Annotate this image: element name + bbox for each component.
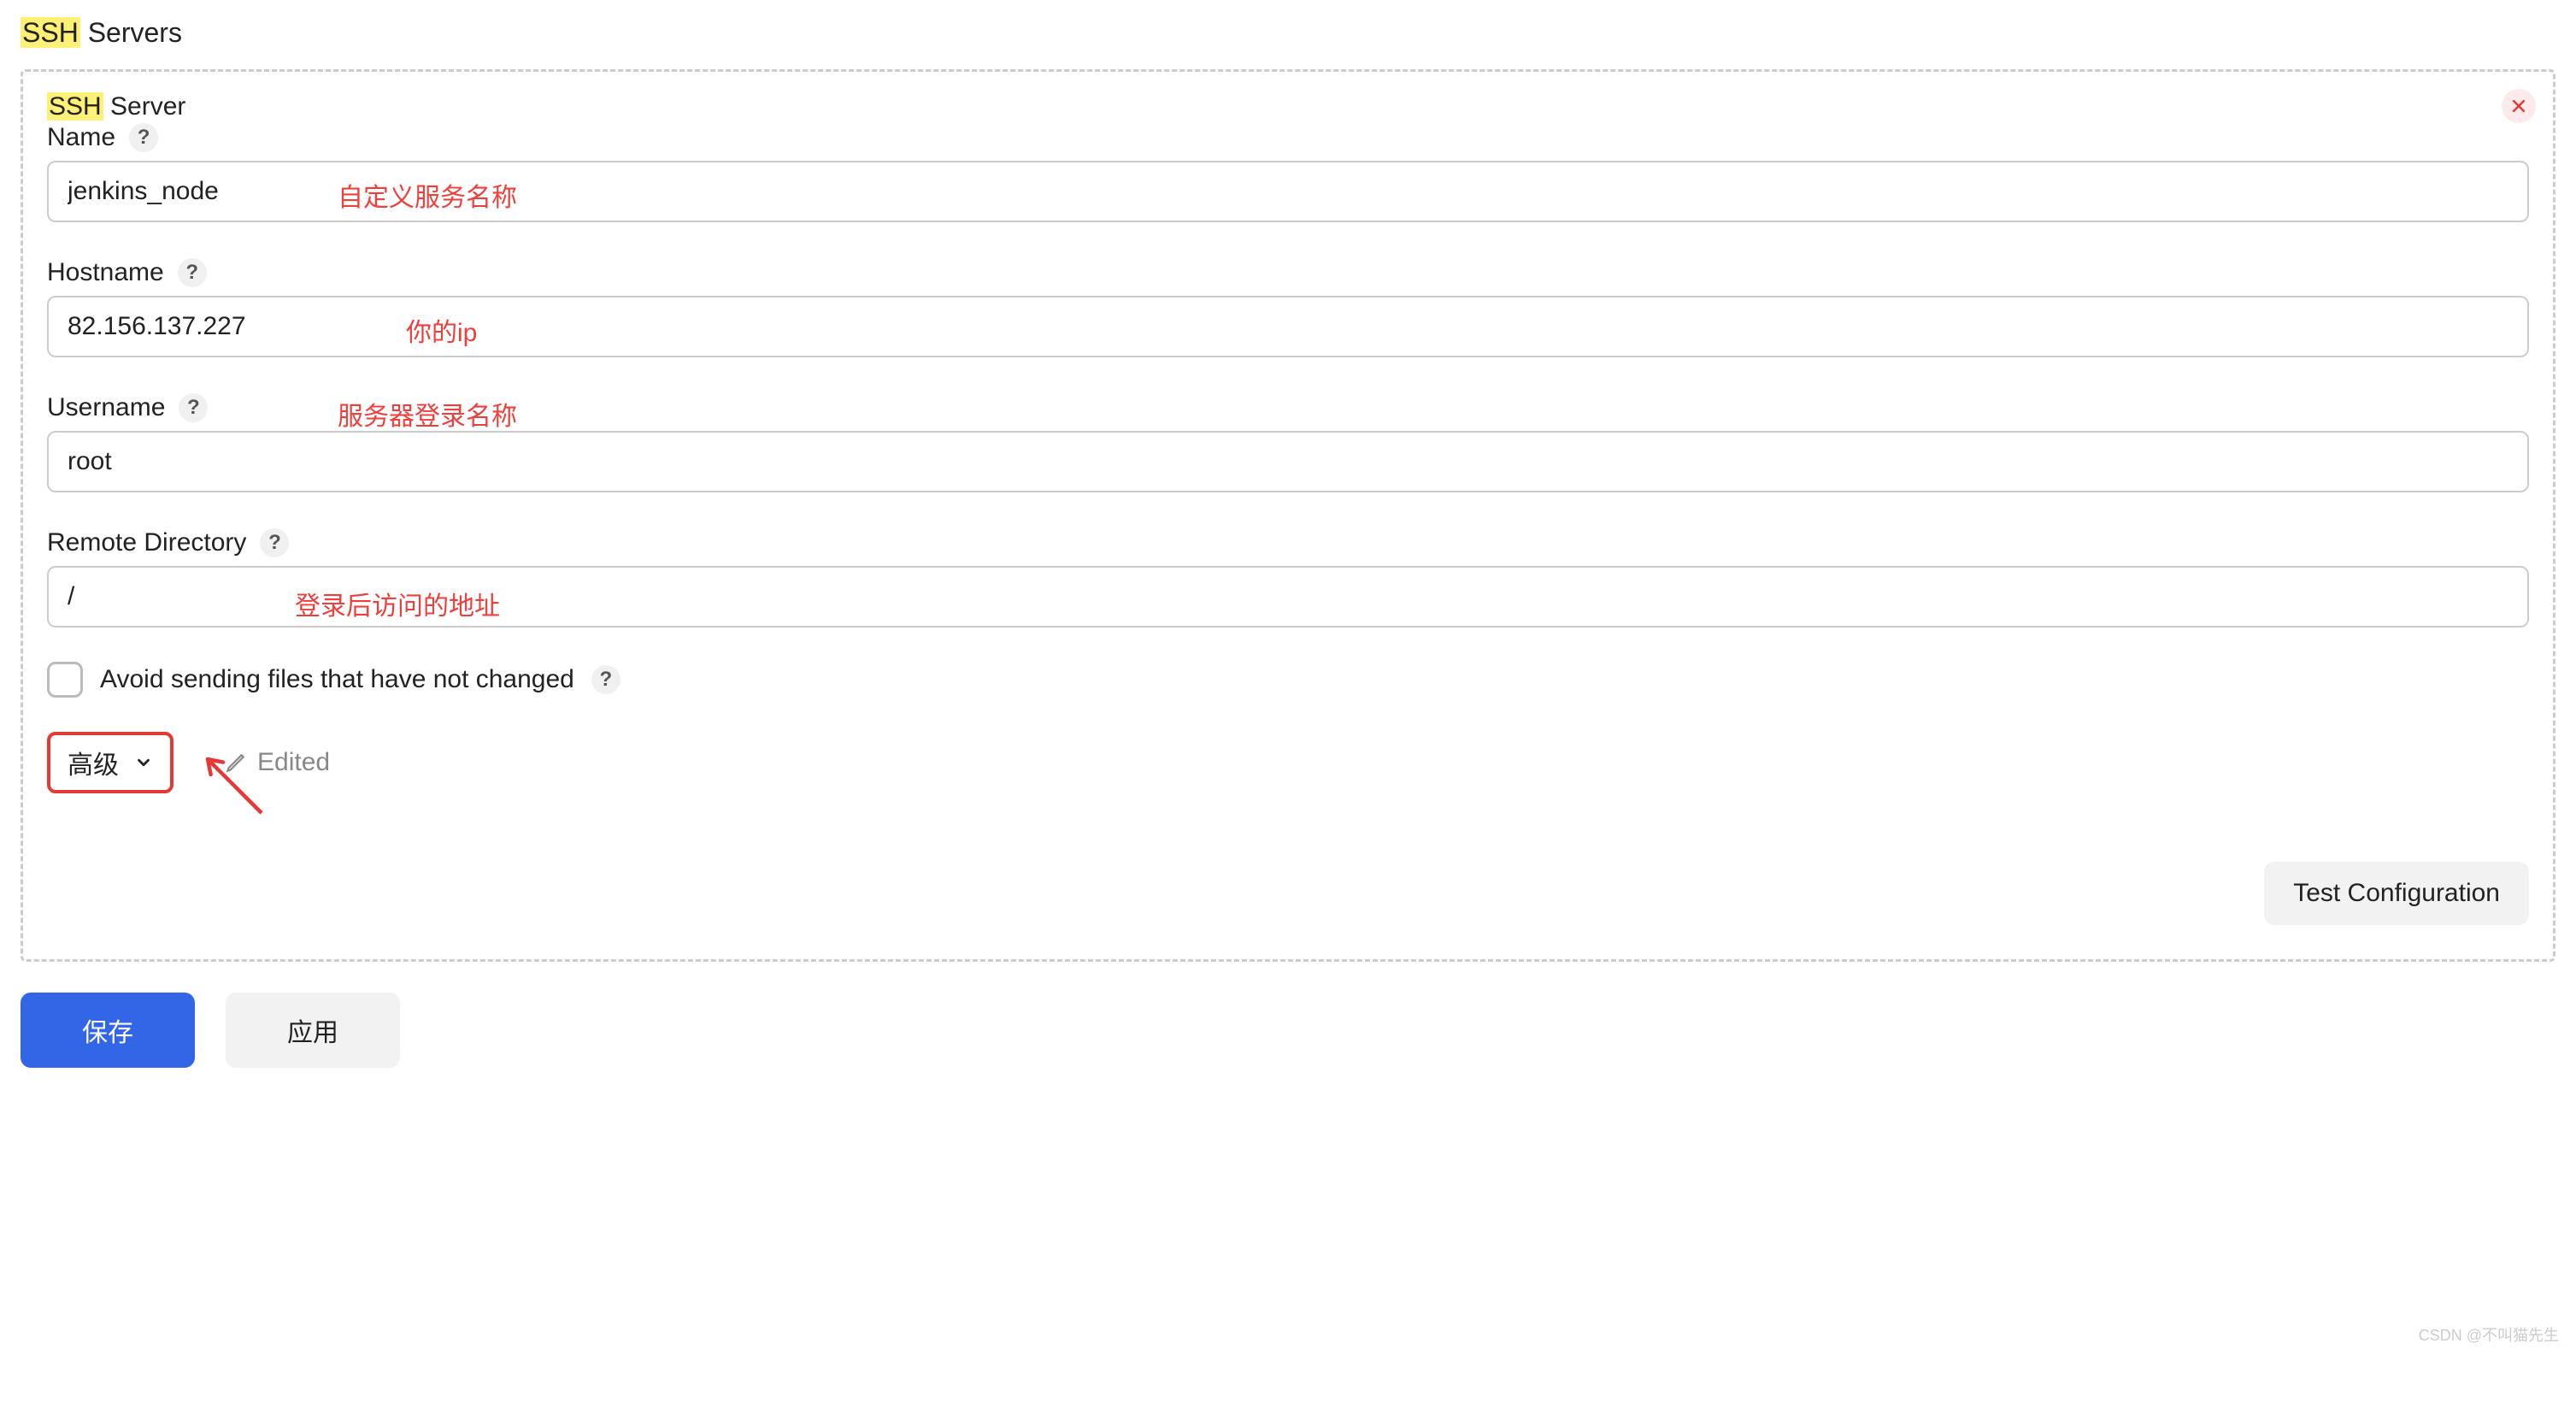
advanced-button[interactable]: 高级 bbox=[47, 732, 173, 793]
name-help-icon[interactable]: ? bbox=[129, 123, 158, 152]
hostname-help-icon[interactable]: ? bbox=[178, 258, 207, 287]
chevron-down-icon bbox=[134, 753, 153, 772]
remote-dir-label: Remote Directory bbox=[47, 528, 246, 557]
panel-title: SSH Server bbox=[47, 92, 2529, 121]
remote-dir-input[interactable] bbox=[47, 566, 2529, 627]
footer-actions: 保存 应用 bbox=[21, 993, 2555, 1068]
arrow-annotation-icon bbox=[192, 744, 269, 821]
close-icon bbox=[2510, 97, 2527, 115]
test-row: Test Configuration bbox=[47, 862, 2529, 925]
name-label: Name bbox=[47, 123, 115, 152]
advanced-label: 高级 bbox=[68, 744, 119, 781]
remote-dir-label-row: Remote Directory ? bbox=[47, 528, 2529, 557]
section-title: SSH Servers bbox=[21, 17, 2555, 49]
close-button[interactable] bbox=[2502, 89, 2536, 123]
section-title-highlight: SSH bbox=[21, 17, 80, 48]
apply-button[interactable]: 应用 bbox=[226, 993, 400, 1068]
name-input[interactable] bbox=[47, 161, 2529, 222]
name-label-row: Name ? bbox=[47, 123, 2529, 152]
username-help-icon[interactable]: ? bbox=[179, 393, 208, 422]
username-label: Username bbox=[47, 393, 165, 422]
hostname-input[interactable] bbox=[47, 296, 2529, 357]
panel-title-highlight: SSH bbox=[47, 92, 103, 121]
hostname-label: Hostname bbox=[47, 258, 164, 287]
test-configuration-button[interactable]: Test Configuration bbox=[2264, 862, 2529, 925]
remote-dir-help-icon[interactable]: ? bbox=[260, 528, 289, 557]
ssh-server-panel: SSH Server Name ? 自定义服务名称 Hostname ? 你的i… bbox=[21, 69, 2555, 962]
advanced-row: 高级 Edited bbox=[47, 732, 2529, 793]
watermark: CSDN @不叫猫先生 bbox=[2419, 1323, 2559, 1346]
username-input[interactable] bbox=[47, 431, 2529, 492]
avoid-sending-checkbox[interactable] bbox=[47, 662, 83, 698]
avoid-sending-label: Avoid sending files that have not change… bbox=[100, 665, 574, 694]
avoid-sending-help-icon[interactable]: ? bbox=[591, 665, 620, 694]
username-label-row: Username ? bbox=[47, 393, 2529, 422]
section-title-rest: Servers bbox=[80, 17, 182, 48]
panel-title-rest: Server bbox=[103, 92, 186, 121]
save-button[interactable]: 保存 bbox=[21, 993, 195, 1068]
hostname-label-row: Hostname ? bbox=[47, 258, 2529, 287]
avoid-sending-row: Avoid sending files that have not change… bbox=[47, 662, 2529, 698]
